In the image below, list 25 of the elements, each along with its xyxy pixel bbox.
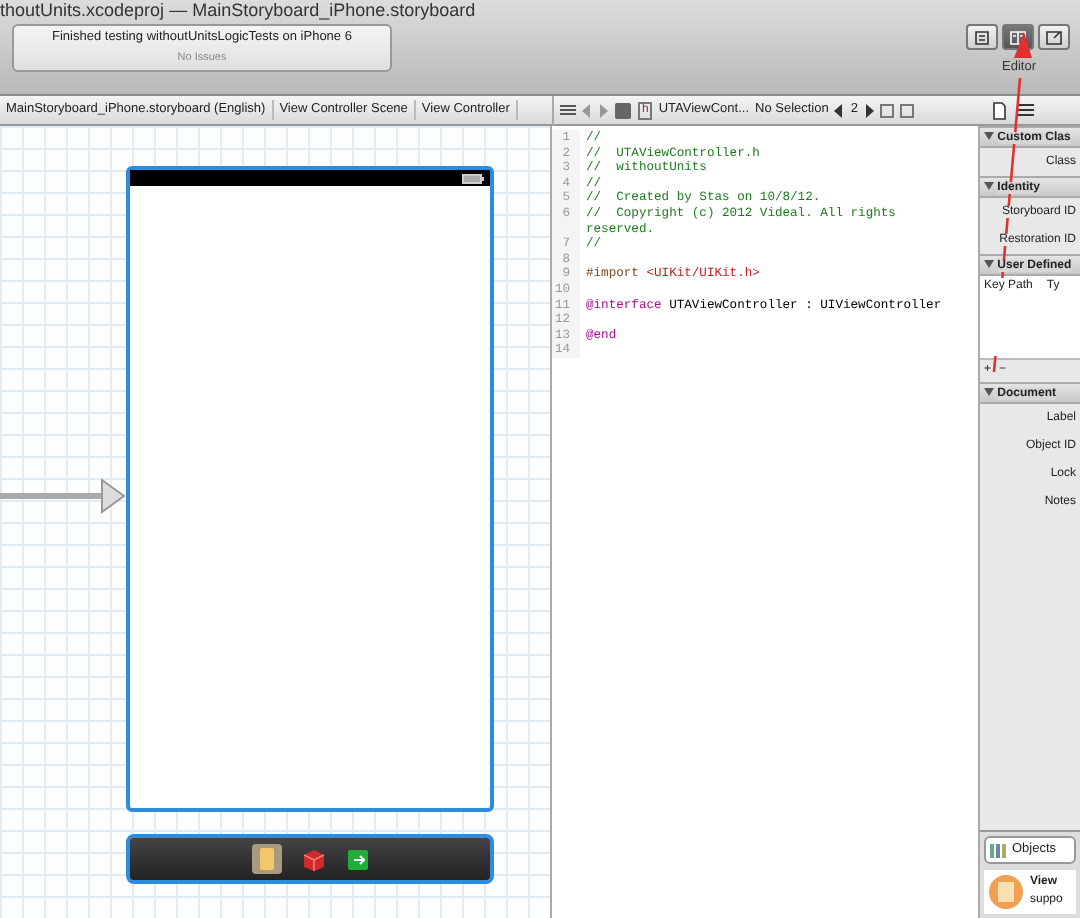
list-icon xyxy=(972,27,992,47)
disclosure-icon[interactable] xyxy=(984,260,994,269)
menu-icon[interactable] xyxy=(1018,102,1034,118)
add-editor-icon[interactable] xyxy=(879,103,894,117)
version-editor-button[interactable] xyxy=(1038,24,1070,50)
split-view-icon xyxy=(1008,27,1028,47)
previous-icon[interactable] xyxy=(834,103,845,117)
disclosure-icon[interactable] xyxy=(984,132,994,141)
related-items-icon[interactable] xyxy=(560,102,576,118)
library-icon xyxy=(990,843,1006,858)
battery-icon xyxy=(462,173,484,183)
standard-editor-button[interactable] xyxy=(966,24,998,50)
file-title: MainStoryboard_iPhone.storyboard xyxy=(192,0,476,20)
close-editor-icon[interactable] xyxy=(899,103,914,117)
view-controller-icon[interactable] xyxy=(251,844,281,874)
disclosure-icon[interactable] xyxy=(984,182,994,191)
cube-icon[interactable] xyxy=(301,847,325,871)
disclosure-icon[interactable] xyxy=(984,388,994,397)
file-icon[interactable] xyxy=(992,101,1006,119)
project-title: thoutUnits.xcodeproj xyxy=(0,0,165,20)
view-object-icon xyxy=(988,874,1024,910)
title-separator: — xyxy=(169,0,188,20)
next-icon[interactable] xyxy=(863,103,874,117)
arrow-icon xyxy=(1044,27,1064,47)
exit-icon[interactable] xyxy=(345,847,369,871)
